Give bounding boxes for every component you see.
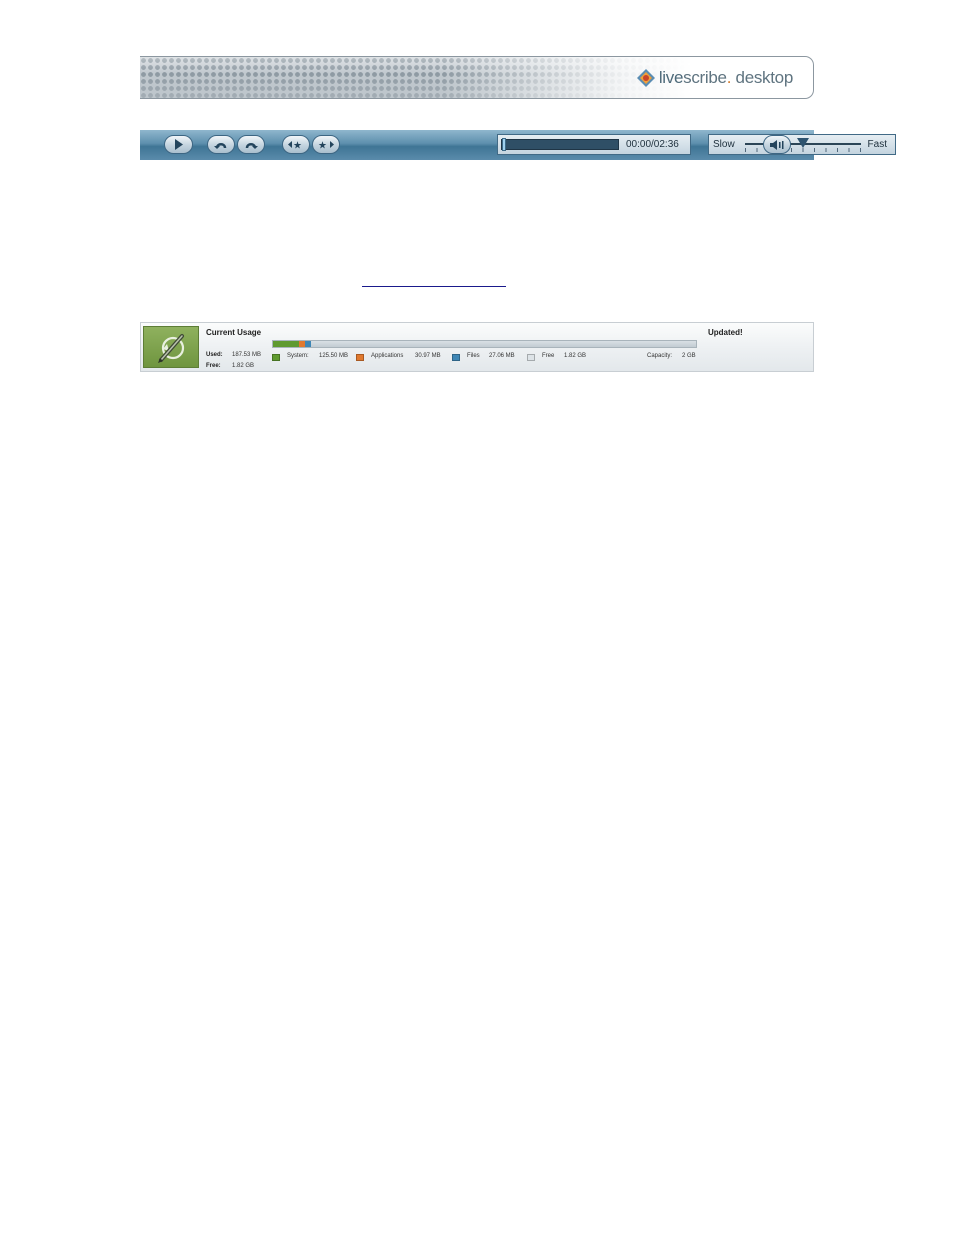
jump-forward-button[interactable] [237,135,265,154]
jump-forward-icon [245,143,258,149]
audio-player-toolbar: ★ ★ 00:00/02:36 Slow Fast [140,130,896,160]
legend-swatch-system [272,354,280,361]
speed-handle[interactable] [797,138,809,148]
legend-label-files: Files [467,353,480,359]
progress-slider[interactable] [501,138,619,151]
play-icon [174,139,183,150]
legend-swatch-applications [356,354,364,361]
used-label: Used: [206,352,223,358]
svg-text:★: ★ [318,141,327,150]
time-display: 00:00/02:36 [626,139,679,150]
progress-handle[interactable] [502,138,506,151]
usage-bar-system [273,341,299,347]
free-value: 1.82 GB [232,363,255,369]
play-button[interactable] [164,135,193,154]
capacity-label: Capacity: [647,353,673,359]
playback-progress: 00:00/02:36 [497,134,691,155]
next-star-icon: ★ [318,141,334,150]
legend-value-files: 27.06 MB [489,353,515,359]
speed-fast-label: Fast [867,139,887,150]
usage-title: Current Usage [206,328,262,337]
capacity-value: 2 GB [682,353,696,359]
playback-speed-control: Slow Fast [708,134,896,155]
volume-icon [770,139,784,150]
next-star-button[interactable]: ★ [312,135,340,154]
legend-swatch-free [527,354,535,361]
jump-back-button[interactable] [207,135,235,154]
speed-ticks [745,148,861,152]
logo-text: livescribe. desktop [658,68,793,87]
free-label: Free: [206,363,221,369]
legend-value-system: 125.50 MB [319,353,349,359]
legend-swatch-files [452,354,460,361]
legend-label-system: System: [287,353,309,359]
jump-back-icon [214,143,227,149]
speed-slow-label: Slow [713,139,735,150]
usage-updated-status: Updated! [708,328,743,337]
legend-value-free: 1.82 GB [564,353,587,359]
previous-star-icon: ★ [288,141,302,150]
hyperlink-underline[interactable] [362,286,506,287]
header-banner: livescribe. desktop [140,56,814,99]
volume-button[interactable] [763,135,791,154]
used-value: 187.53 MB [232,352,262,358]
usage-bar-files [305,341,311,347]
legend-value-applications: 30.97 MB [415,353,441,359]
livescribe-logo-icon [636,69,655,87]
pen-sync-icon [158,334,185,363]
legend-label-applications: Applications [371,353,404,359]
livescribe-logo: livescribe. desktop [636,66,793,90]
svg-text:★: ★ [293,141,302,150]
pen-sync-icon-tile [143,326,199,368]
usage-bar [272,340,697,348]
storage-usage-panel: Current Usage Updated! Used: 187.53 MB F… [140,322,814,372]
previous-star-button[interactable]: ★ [282,135,310,154]
legend-label-free: Free [542,353,555,359]
